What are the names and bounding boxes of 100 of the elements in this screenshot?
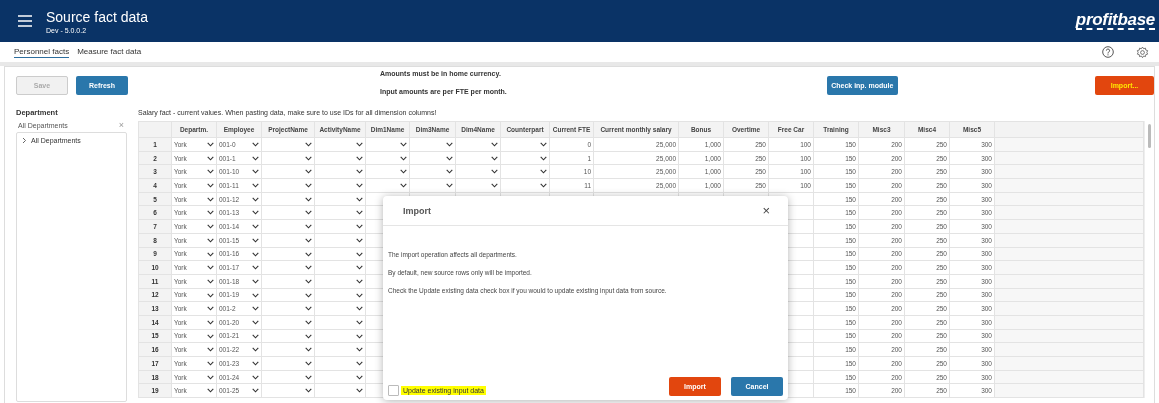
dropdown-cell[interactable] [500,151,550,165]
dropdown-cell[interactable] [261,151,315,165]
dropdown-cell[interactable] [314,260,366,275]
chevron-down-icon[interactable] [400,142,407,147]
dropdown-cell[interactable] [261,315,315,330]
chevron-down-icon[interactable] [540,155,547,161]
dropdown-cell[interactable] [261,192,315,206]
dropdown-cell[interactable] [455,178,501,193]
chevron-down-icon[interactable] [305,347,312,353]
chevron-down-icon[interactable] [305,251,312,257]
dropdown-cell[interactable] [314,274,366,289]
chevron-down-icon[interactable] [252,374,259,380]
chevron-down-icon[interactable] [540,169,547,175]
chevron-down-icon[interactable] [207,361,214,366]
chevron-down-icon[interactable] [540,183,547,189]
dropdown-cell[interactable] [365,137,410,152]
chevron-down-icon[interactable] [305,142,312,147]
chevron-down-icon[interactable] [356,142,363,147]
dropdown-cell[interactable] [261,233,315,247]
dropdown-cell[interactable] [261,342,315,357]
chevron-down-icon[interactable] [207,155,214,161]
dropdown-cell[interactable] [314,233,366,247]
chevron-down-icon[interactable] [207,251,214,257]
chevron-down-icon[interactable] [356,210,363,216]
settings-icon[interactable] [1136,45,1149,59]
dropdown-cell[interactable] [314,383,366,398]
chevron-down-icon[interactable] [252,142,259,147]
dropdown-cell[interactable] [261,301,315,316]
dropdown-cell[interactable] [261,178,315,193]
close-button[interactable]: × [762,203,770,218]
dropdown-cell[interactable] [314,205,366,220]
chevron-right-icon[interactable] [22,137,27,144]
chevron-down-icon[interactable] [400,183,407,189]
scrollbar-thumb[interactable] [1148,124,1151,148]
dropdown-cell[interactable] [314,301,366,316]
dropdown-cell[interactable] [455,137,501,152]
chevron-down-icon[interactable] [400,169,407,175]
chevron-down-icon[interactable] [252,333,259,339]
dropdown-cell[interactable] [314,342,366,357]
dropdown-cell[interactable] [261,247,315,261]
dropdown-cell[interactable] [314,247,366,261]
dropdown-cell[interactable] [365,151,410,165]
chevron-down-icon[interactable] [305,388,312,394]
dropdown-cell[interactable] [500,137,550,152]
chevron-down-icon[interactable] [252,251,259,257]
menu-icon[interactable] [18,15,32,27]
dropdown-cell[interactable] [261,274,315,289]
chevron-down-icon[interactable] [207,210,214,216]
dropdown-cell[interactable] [365,164,410,179]
dropdown-cell[interactable] [409,137,456,152]
dropdown-cell[interactable] [261,137,315,152]
dropdown-cell[interactable] [314,151,366,165]
chevron-down-icon[interactable] [305,361,312,366]
chevron-down-icon[interactable] [491,183,498,189]
tab[interactable]: Measure fact data [77,46,142,58]
help-icon[interactable] [1102,46,1114,58]
tab[interactable]: Personnel facts [14,46,70,58]
dropdown-cell[interactable] [314,164,366,179]
chevron-down-icon[interactable] [356,251,363,257]
chevron-down-icon[interactable] [356,333,363,339]
chevron-down-icon[interactable] [305,210,312,216]
chevron-down-icon[interactable] [305,374,312,380]
chevron-down-icon[interactable] [252,388,259,394]
dropdown-cell[interactable] [314,137,366,152]
checkbox[interactable] [388,385,399,396]
dropdown-cell[interactable] [261,356,315,371]
dropdown-cell[interactable] [261,329,315,343]
chevron-down-icon[interactable] [305,169,312,175]
chevron-down-icon[interactable] [207,388,214,394]
chevron-down-icon[interactable] [356,388,363,394]
dropdown-cell[interactable] [314,356,366,371]
dropdown-cell[interactable] [314,329,366,343]
chevron-down-icon[interactable] [207,142,214,147]
chevron-down-icon[interactable] [356,292,363,298]
chevron-down-icon[interactable] [540,142,547,147]
dropdown-cell[interactable] [455,164,501,179]
chevron-down-icon[interactable] [207,374,214,380]
dropdown-cell[interactable] [455,151,501,165]
chevron-down-icon[interactable] [356,155,363,161]
dropdown-cell[interactable] [314,192,366,206]
chevron-down-icon[interactable] [491,169,498,175]
chevron-down-icon[interactable] [491,155,498,161]
dropdown-cell[interactable] [261,164,315,179]
chevron-down-icon[interactable] [446,155,453,161]
chevron-down-icon[interactable] [252,210,259,216]
dropdown-cell[interactable] [500,164,550,179]
dropdown-cell[interactable] [261,260,315,275]
dropdown-cell[interactable] [314,288,366,302]
chevron-down-icon[interactable] [207,169,214,175]
dropdown-cell[interactable] [500,178,550,193]
dropdown-cell[interactable] [261,288,315,302]
dropdown-cell[interactable] [409,164,456,179]
chevron-down-icon[interactable] [207,292,214,298]
dropdown-cell[interactable] [314,178,366,193]
chevron-down-icon[interactable] [305,155,312,161]
chevron-down-icon[interactable] [356,169,363,175]
chevron-down-icon[interactable] [252,292,259,298]
chevron-down-icon[interactable] [446,183,453,189]
chevron-down-icon[interactable] [491,142,498,147]
dropdown-cell[interactable] [314,315,366,330]
